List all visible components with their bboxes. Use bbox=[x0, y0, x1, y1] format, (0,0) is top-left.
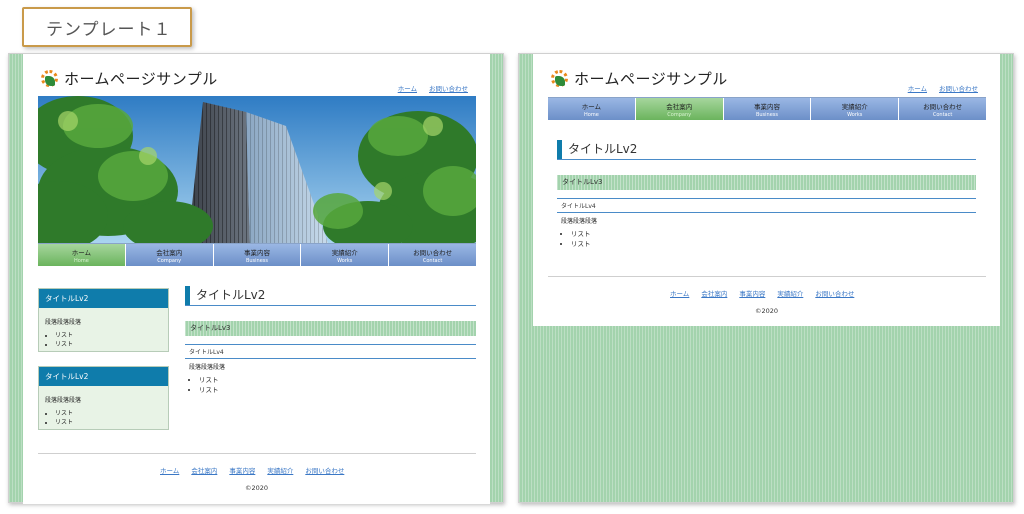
footer-link-business[interactable]: 事業内容 bbox=[739, 288, 765, 298]
content-paragraph: 段落段落段落 bbox=[189, 364, 226, 371]
site-logo[interactable]: ホームページサンプル bbox=[551, 68, 728, 89]
template-preview-subpage: ホームページサンプル ホーム お問い合わせ ホーム Home 会社案内 Comp… bbox=[518, 53, 1014, 503]
nav-item-business[interactable]: 事業内容 Business bbox=[213, 244, 302, 266]
heading-lv3: タイトルLv3 bbox=[185, 321, 476, 336]
nav-label: ホーム bbox=[71, 248, 92, 257]
list-item: リスト bbox=[571, 238, 591, 248]
nav-label: 事業内容 bbox=[753, 102, 780, 111]
footer-link-business[interactable]: 事業内容 bbox=[229, 465, 255, 475]
sidebar-box: タイトルLv2 段落段落段落 リスト リスト bbox=[38, 366, 169, 430]
nav-label: 事業内容 bbox=[243, 248, 270, 257]
nav-sublabel: Works bbox=[337, 257, 353, 264]
header-link-home[interactable]: ホーム bbox=[398, 83, 417, 93]
template-label: テンプレート１ bbox=[22, 7, 192, 47]
header-link-contact[interactable]: お問い合わせ bbox=[429, 83, 468, 93]
nav-sublabel: Business bbox=[755, 111, 779, 118]
nav-item-company[interactable]: 会社案内 Company bbox=[635, 98, 724, 120]
footer-link-home[interactable]: ホーム bbox=[670, 288, 689, 298]
nav-sublabel: Business bbox=[245, 257, 269, 264]
nav-label: ホーム bbox=[581, 102, 602, 111]
page-top: ホームページサンプル ホーム お問い合わせ ホーム Home 会社案内 Comp… bbox=[23, 54, 490, 504]
footer-link-home[interactable]: ホーム bbox=[160, 465, 179, 475]
hero-image bbox=[38, 96, 476, 243]
sidebar-box-title: タイトルLv2 bbox=[39, 289, 168, 308]
nav-sublabel: Home bbox=[74, 257, 89, 264]
nav-item-home[interactable]: ホーム Home bbox=[38, 244, 126, 266]
logo-icon bbox=[41, 70, 58, 87]
heading-lv2-underline bbox=[557, 159, 976, 160]
footer-link-contact[interactable]: お問い合わせ bbox=[815, 288, 854, 298]
footer-divider bbox=[38, 453, 476, 454]
content-list: リスト リスト bbox=[189, 374, 219, 394]
list-item: リスト bbox=[199, 374, 219, 384]
sidebar-box-title: タイトルLv2 bbox=[39, 367, 168, 386]
header-link-contact[interactable]: お問い合わせ bbox=[939, 83, 978, 93]
footer-links: ホーム 会社案内 事業内容 実績紹介 お問い合わせ bbox=[160, 465, 344, 475]
heading-lv4: タイトルLv4 bbox=[557, 198, 976, 213]
heading-lv3: タイトルLv3 bbox=[557, 175, 976, 190]
copyright: ©2020 bbox=[245, 484, 269, 492]
list-item: リスト bbox=[55, 330, 168, 339]
list-item: リスト bbox=[199, 384, 219, 394]
list-item: リスト bbox=[571, 228, 591, 238]
footer-link-works[interactable]: 実績紹介 bbox=[777, 288, 803, 298]
header-links: ホーム お問い合わせ bbox=[908, 83, 978, 93]
nav-item-contact[interactable]: お問い合わせ Contact bbox=[899, 98, 986, 120]
content-paragraph: 段落段落段落 bbox=[561, 218, 598, 225]
copyright: ©2020 bbox=[755, 307, 779, 315]
template-preview-top: ホームページサンプル ホーム お問い合わせ ホーム Home 会社案内 Comp… bbox=[8, 53, 504, 504]
footer-link-contact[interactable]: お問い合わせ bbox=[305, 465, 344, 475]
nav-item-home[interactable]: ホーム Home bbox=[548, 98, 636, 120]
header-link-home[interactable]: ホーム bbox=[908, 83, 927, 93]
sidebar-paragraph: 段落段落段落 bbox=[45, 319, 82, 326]
footer-link-company[interactable]: 会社案内 bbox=[191, 465, 217, 475]
nav-sublabel: Home bbox=[584, 111, 599, 118]
nav-label: 会社案内 bbox=[156, 248, 183, 257]
sidebar-paragraph: 段落段落段落 bbox=[45, 397, 82, 404]
sidebar-list: リスト リスト bbox=[39, 330, 168, 356]
nav-item-works[interactable]: 実績紹介 Works bbox=[301, 244, 390, 266]
nav-item-works[interactable]: 実績紹介 Works bbox=[811, 98, 900, 120]
heading-lv4: タイトルLv4 bbox=[185, 344, 476, 359]
nav-item-contact[interactable]: お問い合わせ Contact bbox=[389, 244, 476, 266]
list-item: リスト bbox=[55, 417, 168, 426]
site-title: ホームページサンプル bbox=[64, 70, 218, 88]
site-logo[interactable]: ホームページサンプル bbox=[41, 68, 218, 89]
footer-links: ホーム 会社案内 事業内容 実績紹介 お問い合わせ bbox=[670, 288, 854, 298]
nav-sublabel: Contact bbox=[422, 257, 443, 264]
footer-divider bbox=[548, 276, 986, 277]
footer-link-works[interactable]: 実績紹介 bbox=[267, 465, 293, 475]
nav-sublabel: Company bbox=[157, 257, 182, 264]
sidebar-list: リスト リスト bbox=[39, 408, 168, 434]
nav-label: 実績紹介 bbox=[841, 102, 868, 111]
nav-label: 会社案内 bbox=[666, 102, 693, 111]
header-links: ホーム お問い合わせ bbox=[398, 83, 468, 93]
global-nav: ホーム Home 会社案内 Company 事業内容 Business 実績紹介… bbox=[548, 97, 986, 120]
hero-building-photo bbox=[38, 96, 476, 243]
heading-lv2-underline bbox=[185, 305, 476, 306]
sidebar-box: タイトルLv2 段落段落段落 リスト リスト bbox=[38, 288, 169, 352]
logo-icon bbox=[551, 70, 568, 87]
heading-lv2: タイトルLv2 bbox=[557, 140, 637, 159]
heading-lv2: タイトルLv2 bbox=[185, 286, 265, 305]
global-nav: ホーム Home 会社案内 Company 事業内容 Business 実績紹介… bbox=[38, 243, 476, 266]
list-item: リスト bbox=[55, 408, 168, 417]
page-sub: ホームページサンプル ホーム お問い合わせ ホーム Home 会社案内 Comp… bbox=[533, 54, 1000, 326]
nav-label: お問い合わせ bbox=[413, 248, 453, 257]
nav-sublabel: Contact bbox=[932, 111, 953, 118]
content-list: リスト リスト bbox=[561, 228, 591, 248]
site-title: ホームページサンプル bbox=[574, 70, 728, 88]
template-label-text: テンプレート１ bbox=[46, 19, 172, 40]
nav-sublabel: Works bbox=[847, 111, 863, 118]
footer-link-company[interactable]: 会社案内 bbox=[701, 288, 727, 298]
nav-label: お問い合わせ bbox=[923, 102, 963, 111]
nav-item-business[interactable]: 事業内容 Business bbox=[723, 98, 812, 120]
list-item: リスト bbox=[55, 339, 168, 348]
nav-label: 実績紹介 bbox=[331, 248, 358, 257]
nav-item-company[interactable]: 会社案内 Company bbox=[125, 244, 214, 266]
nav-sublabel: Company bbox=[667, 111, 692, 118]
